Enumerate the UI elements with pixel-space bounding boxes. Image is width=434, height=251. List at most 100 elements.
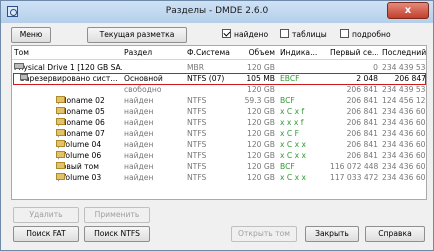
table-row[interactable]: $Noname 06 найден NTFS 120 GB x x x f 206 841…	[12, 118, 426, 128]
column-header-partition[interactable]: Раздел	[124, 48, 184, 57]
delete-button[interactable]: Удалить	[13, 207, 79, 223]
help-button[interactable]: Справка	[365, 226, 425, 242]
folder-icon	[56, 140, 65, 147]
cell-ind: x C x f	[280, 107, 305, 116]
drive-icon	[14, 63, 24, 69]
cell-partition: найден	[124, 107, 154, 116]
table-row[interactable]: свободно 120 GB 206 841 234 439 534	[12, 85, 426, 95]
folder-icon	[56, 151, 65, 158]
cell-partition: свободно	[124, 85, 162, 94]
column-header-size[interactable]: Объем	[245, 48, 275, 57]
detailed-checkbox[interactable]: подробно	[340, 29, 391, 41]
cell-last: 234 436 600	[382, 107, 426, 116]
window-close-button[interactable]: x	[387, 2, 429, 19]
folder-icon	[56, 162, 65, 169]
column-header-volume[interactable]: Том	[14, 48, 114, 57]
cell-last: 234 436 600	[382, 129, 426, 138]
cell-size: 120 GB	[246, 107, 275, 116]
search-fat-button[interactable]: Поиск FAT	[13, 226, 79, 242]
cell-first: 206 841	[346, 107, 378, 116]
search-ntfs-button[interactable]: Поиск NTFS	[84, 226, 150, 242]
cell-partition: найден	[124, 173, 154, 182]
cell-first: 206 841	[346, 151, 378, 160]
apply-button[interactable]: Применить	[84, 207, 150, 223]
cell-size: 120 GB	[246, 173, 275, 182]
cell-first: 206 841	[346, 85, 378, 94]
column-header-last-sector[interactable]: Последний...	[382, 48, 426, 57]
cell-last: 234 436 600	[382, 118, 426, 127]
cell-first: 117 033 472	[330, 173, 378, 182]
table-row[interactable]: $Volume 03 найден NTFS 120 GB x C x x 117 033…	[12, 173, 426, 183]
cell-ind: x C x x	[280, 173, 307, 182]
title-bar: Разделы - DMDE 2.6.0 x	[1, 1, 433, 23]
cell-ind: x C x x	[280, 140, 307, 149]
cell-size: 120 GB	[246, 85, 275, 94]
cell-last: 234 436 600	[382, 140, 426, 149]
tables-checkbox-label: таблицы	[292, 30, 327, 39]
close-button[interactable]: Закрыть	[305, 226, 359, 242]
table-row[interactable]: Новый том найден NTFS 120 GB BCF 116 072 448 2…	[12, 162, 426, 172]
cell-first: 206 841	[346, 96, 378, 105]
table-row[interactable]: Physical Drive 1 [120 GB SA... MBR 120 GB 0…	[12, 63, 426, 73]
tables-checkbox[interactable]: таблицы	[280, 29, 327, 41]
cell-first: 206 841	[346, 129, 378, 138]
dmde-partitions-window: Разделы - DMDE 2.6.0 x Меню Текущая разм…	[0, 0, 434, 251]
found-checkbox-box[interactable]	[222, 29, 231, 38]
cell-last: 234 439 534	[382, 63, 426, 72]
cell-first: 206 841	[346, 140, 378, 149]
found-checkbox[interactable]: найдено	[222, 29, 268, 41]
table-row[interactable]: $Volume 06 найден NTFS 120 GB x C x x 206 841…	[12, 151, 426, 161]
detailed-checkbox-box[interactable]	[340, 29, 349, 38]
cell-partition: найден	[124, 151, 154, 160]
cell-size: 59.3 GB	[244, 96, 275, 105]
cell-last: 234 439 534	[382, 85, 426, 94]
cell-partition: найден	[124, 140, 154, 149]
window-title: Разделы - DMDE 2.6.0	[165, 6, 269, 16]
tables-checkbox-box[interactable]	[280, 29, 289, 38]
cell-last: 234 436 600	[382, 173, 426, 182]
cell-last: 234 436 600	[382, 162, 426, 171]
cell-partition: найден	[124, 96, 154, 105]
folder-icon	[56, 96, 65, 103]
found-checkbox-label: найдено	[234, 30, 269, 39]
current-layout-button[interactable]: Текущая разметка	[87, 27, 187, 43]
cell-last: 234 436 600	[382, 151, 426, 160]
cell-volume: Physical Drive 1 [120 GB SA...	[14, 63, 122, 73]
column-header-fs[interactable]: Ф.Система	[187, 48, 242, 57]
cell-size: 120 GB	[246, 151, 275, 160]
cell-ind: x x x f	[280, 118, 304, 127]
cell-partition: найден	[124, 162, 154, 171]
column-header-indicators[interactable]: Индика...	[280, 48, 325, 57]
cell-last: 124 456 123	[382, 96, 426, 105]
cell-size: 120 GB	[246, 63, 275, 72]
table-header: Том Раздел Ф.Система Объем Индика... Пер…	[12, 46, 426, 60]
cell-first: 206 841	[346, 118, 378, 127]
cell-ind: x C x x	[280, 151, 307, 160]
cell-ind: BCF	[280, 162, 295, 171]
column-header-first-sector[interactable]: Первый се...	[330, 48, 378, 57]
menu-button[interactable]: Меню	[11, 27, 51, 43]
cell-size: 120 GB	[246, 162, 275, 171]
cell-ind: x C F	[280, 129, 299, 138]
cell-size: 120 GB	[246, 140, 275, 149]
table-row[interactable]: $Noname 05 найден NTFS 120 GB x C x f 206 841…	[12, 107, 426, 117]
folder-icon	[56, 173, 65, 180]
open-volume-button[interactable]: Открыть том	[231, 226, 297, 242]
cell-size: 120 GB	[246, 118, 275, 127]
cell-partition: найден	[124, 118, 154, 127]
cell-first: 116 072 448	[330, 162, 378, 171]
table-row[interactable]: $Volume 04 найден NTFS 120 GB x C x x 206 841…	[12, 140, 426, 150]
detailed-checkbox-label: подробно	[352, 30, 391, 39]
cell-partition: найден	[124, 129, 154, 138]
cell-size: 120 GB	[246, 129, 275, 138]
volume-name: Physical Drive 1 [120 GB SA...	[14, 63, 122, 72]
table-row[interactable]: $Noname 02 найден NTFS 59.3 GB BCF 206 841 124…	[12, 96, 426, 106]
cell-first: 0	[373, 63, 378, 72]
table-row[interactable]: $Noname 07 найден NTFS 120 GB x C F 206 841 23…	[12, 129, 426, 139]
folder-icon	[56, 129, 65, 136]
folder-icon	[56, 118, 65, 125]
folder-icon	[56, 107, 65, 114]
partitions-table[interactable]: Том Раздел Ф.Система Объем Индика... Пер…	[11, 45, 427, 200]
cell-ind: BCF	[280, 96, 295, 105]
selected-row-highlight	[13, 73, 426, 85]
